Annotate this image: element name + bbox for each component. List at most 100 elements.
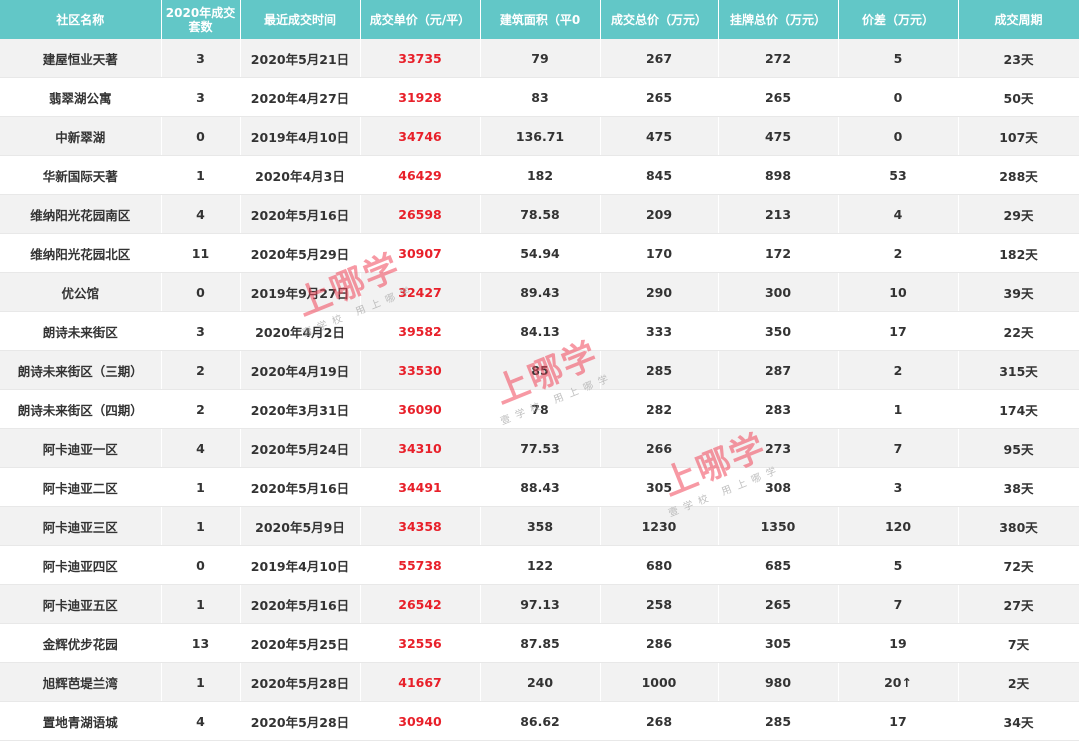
cell-price-gap: 1	[838, 389, 959, 429]
cell-deal-cycle: 27天	[958, 584, 1079, 624]
cell-deal-count-2020: 3	[161, 39, 241, 78]
cell-listing-price: 285	[718, 701, 839, 741]
table-row: 阿卡迪亚四区 0 2019年4月10日 55738 122 680 685 5 72天	[0, 545, 1079, 585]
cell-last-deal-date: 2020年4月2日	[240, 311, 361, 351]
cell-community-name: 朗诗未来街区	[0, 311, 162, 351]
cell-floor-area: 78.58	[480, 194, 601, 234]
cell-deal-cycle: 174天	[958, 389, 1079, 429]
cell-floor-area: 84.13	[480, 311, 601, 351]
cell-last-deal-date: 2020年4月19日	[240, 350, 361, 390]
cell-floor-area: 88.43	[480, 467, 601, 507]
cell-deal-count-2020: 2	[161, 350, 241, 390]
cell-unit-price: 46429	[360, 155, 481, 195]
cell-listing-price: 1350	[718, 506, 839, 546]
cell-price-gap: 20↑	[838, 662, 959, 702]
cell-floor-area: 136.71	[480, 116, 601, 156]
cell-community-name: 阿卡迪亚三区	[0, 506, 162, 546]
table-row: 置地青湖语城 4 2020年5月28日 30940 86.62 268 285 17 34天	[0, 701, 1079, 741]
cell-unit-price: 33735	[360, 39, 481, 78]
cell-deal-count-2020: 1	[161, 155, 241, 195]
cell-deal-count-2020: 1	[161, 506, 241, 546]
cell-listing-price: 273	[718, 428, 839, 468]
cell-last-deal-date: 2020年5月9日	[240, 506, 361, 546]
cell-price-gap: 2	[838, 350, 959, 390]
cell-deal-count-2020: 13	[161, 623, 241, 663]
cell-total-price: 845	[600, 155, 719, 195]
cell-deal-cycle: 34天	[958, 701, 1079, 741]
table-row: 优公馆 0 2019年9月27日 32427 89.43 290 300 10 39天	[0, 272, 1079, 312]
cell-deal-cycle: 7天	[958, 623, 1079, 663]
cell-last-deal-date: 2019年4月10日	[240, 116, 361, 156]
cell-last-deal-date: 2020年5月16日	[240, 584, 361, 624]
cell-unit-price: 32427	[360, 272, 481, 312]
cell-last-deal-date: 2019年4月10日	[240, 545, 361, 585]
cell-community-name: 金辉优步花园	[0, 623, 162, 663]
cell-unit-price: 30940	[360, 701, 481, 741]
cell-last-deal-date: 2020年5月21日	[240, 39, 361, 78]
cell-deal-count-2020: 4	[161, 701, 241, 741]
cell-community-name: 中新翠湖	[0, 116, 162, 156]
cell-floor-area: 78	[480, 389, 601, 429]
cell-unit-price: 34310	[360, 428, 481, 468]
cell-floor-area: 86.62	[480, 701, 601, 741]
cell-deal-cycle: 38天	[958, 467, 1079, 507]
column-header-deal-count-2020: 2020年成交 套数	[161, 0, 241, 39]
cell-listing-price: 898	[718, 155, 839, 195]
cell-deal-cycle: 380天	[958, 506, 1079, 546]
cell-total-price: 285	[600, 350, 719, 390]
cell-last-deal-date: 2020年5月24日	[240, 428, 361, 468]
cell-community-name: 朗诗未来街区（三期）	[0, 350, 162, 390]
column-header-total-price: 成交总价（万元）	[600, 0, 719, 39]
cell-last-deal-date: 2020年5月28日	[240, 701, 361, 741]
cell-price-gap: 3	[838, 467, 959, 507]
cell-listing-price: 305	[718, 623, 839, 663]
cell-deal-cycle: 22天	[958, 311, 1079, 351]
cell-listing-price: 308	[718, 467, 839, 507]
cell-last-deal-date: 2019年9月27日	[240, 272, 361, 312]
cell-unit-price: 32556	[360, 623, 481, 663]
cell-deal-cycle: 23天	[958, 39, 1079, 78]
transactions-table: 社区名称 2020年成交 套数 最近成交时间 成交单价（元/平） 建筑面积（平0 成交总价…	[0, 0, 1079, 741]
cell-deal-cycle: 95天	[958, 428, 1079, 468]
cell-listing-price: 980	[718, 662, 839, 702]
cell-deal-cycle: 29天	[958, 194, 1079, 234]
table-row: 中新翠湖 0 2019年4月10日 34746 136.71 475 475 0 107天	[0, 116, 1079, 156]
cell-total-price: 170	[600, 233, 719, 273]
cell-last-deal-date: 2020年5月29日	[240, 233, 361, 273]
cell-floor-area: 83	[480, 77, 601, 117]
cell-unit-price: 55738	[360, 545, 481, 585]
table-row: 阿卡迪亚五区 1 2020年5月16日 26542 97.13 258 265 7 27天	[0, 584, 1079, 624]
header-row: 社区名称 2020年成交 套数 最近成交时间 成交单价（元/平） 建筑面积（平0 成交总价…	[0, 0, 1079, 39]
table-row: 朗诗未来街区（三期） 2 2020年4月19日 33530 85 285 287 2 315天	[0, 350, 1079, 390]
cell-price-gap: 0	[838, 77, 959, 117]
cell-last-deal-date: 2020年5月28日	[240, 662, 361, 702]
cell-floor-area: 89.43	[480, 272, 601, 312]
cell-listing-price: 172	[718, 233, 839, 273]
cell-price-gap: 5	[838, 39, 959, 78]
table-row: 朗诗未来街区 3 2020年4月2日 39582 84.13 333 350 17 22天	[0, 311, 1079, 351]
cell-total-price: 258	[600, 584, 719, 624]
cell-listing-price: 685	[718, 545, 839, 585]
column-header-unit-price: 成交单价（元/平）	[360, 0, 481, 39]
column-header-community-name: 社区名称	[0, 0, 162, 39]
cell-total-price: 267	[600, 39, 719, 78]
cell-price-gap: 7	[838, 428, 959, 468]
cell-deal-cycle: 288天	[958, 155, 1079, 195]
cell-listing-price: 213	[718, 194, 839, 234]
cell-price-gap: 120	[838, 506, 959, 546]
cell-floor-area: 85	[480, 350, 601, 390]
table-row: 金辉优步花园 13 2020年5月25日 32556 87.85 286 305 19 7天	[0, 623, 1079, 663]
column-header-deal-cycle: 成交周期	[958, 0, 1079, 39]
cell-unit-price: 30907	[360, 233, 481, 273]
cell-community-name: 华新国际天著	[0, 155, 162, 195]
column-header-price-gap: 价差（万元）	[838, 0, 959, 39]
cell-community-name: 优公馆	[0, 272, 162, 312]
cell-deal-count-2020: 3	[161, 311, 241, 351]
cell-total-price: 266	[600, 428, 719, 468]
cell-deal-count-2020: 3	[161, 77, 241, 117]
table-row: 阿卡迪亚一区 4 2020年5月24日 34310 77.53 266 273 7 95天	[0, 428, 1079, 468]
cell-community-name: 阿卡迪亚二区	[0, 467, 162, 507]
cell-deal-cycle: 107天	[958, 116, 1079, 156]
cell-community-name: 旭辉芭堤兰湾	[0, 662, 162, 702]
table-row: 维纳阳光花园南区 4 2020年5月16日 26598 78.58 209 213 4 29天	[0, 194, 1079, 234]
